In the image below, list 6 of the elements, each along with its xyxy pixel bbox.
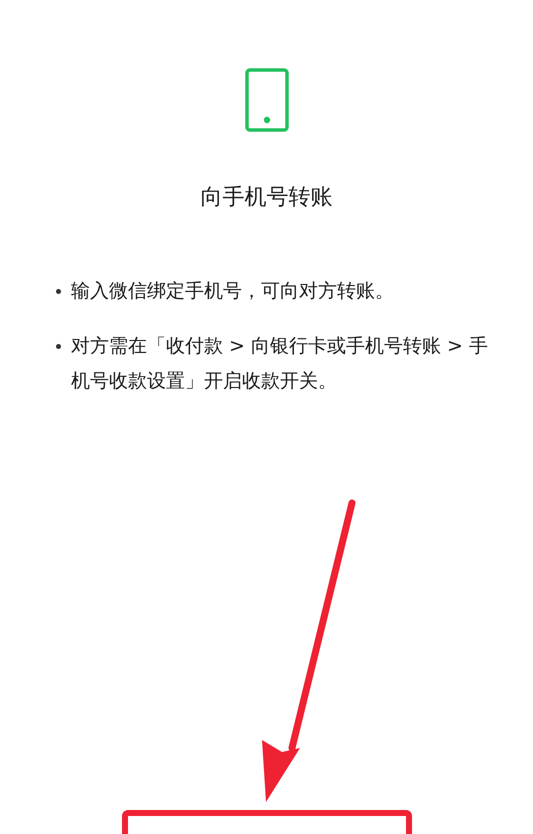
note-text: 输入微信绑定手机号，可向对方转账。 xyxy=(71,279,394,304)
note-text: 对方需在「收付款 > 向银行卡或手机号转账 > 手机号收款设置」开启收款开关。 xyxy=(71,334,489,394)
page-title: 向手机号转账 xyxy=(200,184,332,212)
bullet-icon xyxy=(56,344,61,349)
phone-icon xyxy=(244,68,288,132)
bullet-icon xyxy=(56,289,61,294)
